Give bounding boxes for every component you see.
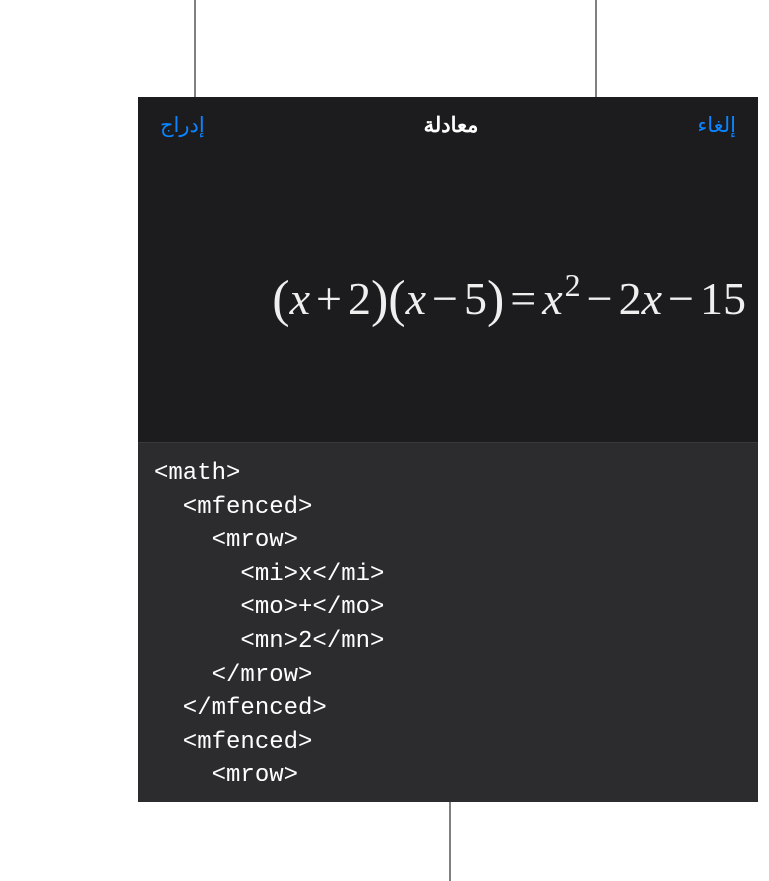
- equation-rendered: (x+2)(x−5)=x2−2x−15: [272, 267, 746, 329]
- superscript-2: 2: [565, 267, 581, 303]
- num-2: 2: [348, 273, 371, 324]
- var-x-1: x: [290, 273, 310, 324]
- op-equals: =: [510, 273, 536, 324]
- num-5: 5: [464, 273, 487, 324]
- var-x-2: x: [406, 273, 426, 324]
- equation-dialog: إدراج معادلة إلغاء (x+2)(x−5)=x2−2x−15 <…: [138, 97, 758, 802]
- op-minus-1: −: [432, 273, 458, 324]
- mathml-source: <math> <mfenced> <mrow> <mi>x</mi> <mo>+…: [154, 457, 742, 793]
- num-15: 15: [700, 273, 746, 324]
- var-x-4: x: [642, 273, 662, 324]
- var-x-3: x: [542, 273, 562, 324]
- paren-close-2: ): [487, 271, 504, 328]
- mathml-code-area[interactable]: <math> <mfenced> <mrow> <mi>x</mi> <mo>+…: [138, 443, 758, 802]
- paren-open-1: (: [272, 271, 289, 328]
- op-minus-2: −: [587, 273, 613, 324]
- cancel-button[interactable]: إلغاء: [697, 113, 736, 138]
- paren-close-1: ): [371, 271, 388, 328]
- dialog-header: إدراج معادلة إلغاء: [138, 97, 758, 153]
- insert-button[interactable]: إدراج: [160, 113, 205, 138]
- equation-preview-area: (x+2)(x−5)=x2−2x−15: [138, 153, 758, 443]
- dialog-title: معادلة: [424, 113, 479, 138]
- coef-2: 2: [619, 273, 642, 324]
- op-plus: +: [316, 273, 342, 324]
- op-minus-3: −: [668, 273, 694, 324]
- callout-line-code: [449, 802, 451, 881]
- callout-line-insert: [194, 0, 196, 97]
- paren-open-2: (: [388, 271, 405, 328]
